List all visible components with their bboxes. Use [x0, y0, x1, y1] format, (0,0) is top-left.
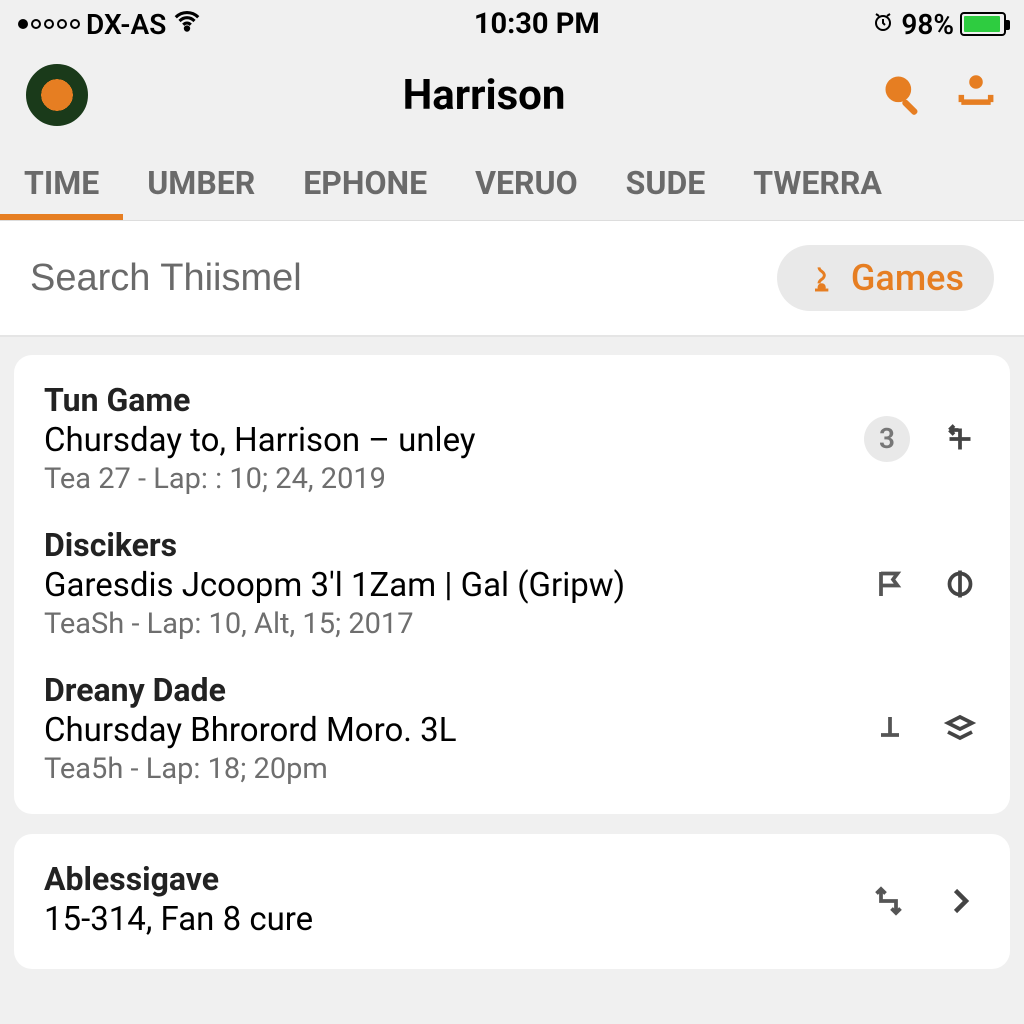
tab-sude[interactable]: SUDE [602, 150, 730, 220]
status-right: 98% [871, 8, 1006, 41]
item-subtitle: Chursday to, Harrison – unley [44, 421, 844, 460]
item-title: Tun Game [44, 381, 844, 419]
item-meta: TeaSh - Lap: 10, Alt, 15; 2017 [44, 607, 850, 641]
item-text: Discikers Garesdis Jcoopm 3'l 1Zam | Gal… [44, 526, 850, 641]
pin-icon[interactable] [870, 709, 910, 749]
flag-icon[interactable] [870, 564, 910, 604]
item-actions [870, 709, 980, 749]
games-filter-label: Games [851, 257, 964, 299]
list-item[interactable]: Discikers Garesdis Jcoopm 3'l 1Zam | Gal… [14, 514, 1010, 659]
alarm-icon [871, 8, 895, 41]
search-row: Games [0, 221, 1024, 337]
tab-ephone[interactable]: EPHONE [279, 150, 451, 220]
list-card: Ablessigave 15-314, Fan 8 cure [14, 834, 1010, 969]
status-bar: DX-AS 10:30 PM 98% [0, 0, 1024, 46]
tab-twerra[interactable]: TWERRA [729, 150, 906, 220]
item-text: Dreany Dade Chursday Bhrorord Moro. 3L T… [44, 671, 850, 786]
tab-umber[interactable]: UMBER [123, 150, 279, 220]
item-subtitle: Chursday Bhrorord Moro. 3L [44, 711, 850, 750]
status-left: DX-AS [18, 6, 202, 43]
tab-bar: TIME UMBER EPHONE VERUO SUDE TWERRA [0, 150, 1024, 221]
item-title: Dreany Dade [44, 671, 850, 709]
app-header: Harrison [0, 46, 1024, 150]
item-subtitle: Garesdis Jcoopm 3'l 1Zam | Gal (Gripw) [44, 566, 850, 605]
list-item[interactable]: Dreany Dade Chursday Bhrorord Moro. 3L T… [14, 659, 1010, 804]
item-meta: Tea 27 - Lap: : 10; 24, 2019 [44, 462, 844, 496]
item-meta: Tea5h - Lap: 18; 20pm [44, 752, 850, 786]
item-title: Discikers [44, 526, 850, 564]
list-card: Tun Game Chursday to, Harrison – unley T… [14, 355, 1010, 814]
item-text: Ablessigave 15-314, Fan 8 cure [44, 860, 850, 941]
item-actions [870, 881, 980, 921]
status-time: 10:30 PM [474, 7, 600, 41]
wifi-icon [172, 6, 202, 43]
battery-icon [960, 12, 1006, 36]
page-title: Harrison [88, 71, 880, 120]
stack-icon[interactable] [940, 709, 980, 749]
battery-percent: 98% [901, 8, 954, 41]
content-area: Tun Game Chursday to, Harrison – unley T… [0, 337, 1024, 1007]
route-icon[interactable] [870, 881, 910, 921]
currency-icon[interactable] [940, 564, 980, 604]
carrier-label: DX-AS [86, 8, 166, 41]
item-actions [870, 564, 980, 604]
games-filter-button[interactable]: Games [777, 245, 994, 311]
item-title: Ablessigave [44, 860, 850, 898]
app-logo-icon[interactable] [26, 64, 88, 126]
list-item[interactable]: Ablessigave 15-314, Fan 8 cure [14, 844, 1010, 959]
score-icon[interactable] [940, 419, 980, 459]
header-actions [880, 71, 998, 119]
list-item[interactable]: Tun Game Chursday to, Harrison – unley T… [14, 365, 1010, 514]
item-actions: 3 [864, 416, 980, 462]
search-icon[interactable] [880, 71, 924, 119]
upload-icon[interactable] [954, 71, 998, 119]
tab-time[interactable]: TIME [0, 150, 123, 220]
item-subtitle: 15-314, Fan 8 cure [44, 900, 850, 939]
search-input[interactable] [30, 257, 759, 300]
tab-veruo[interactable]: VERUO [451, 150, 602, 220]
count-badge: 3 [864, 416, 910, 462]
signal-strength-icon [18, 19, 80, 29]
item-text: Tun Game Chursday to, Harrison – unley T… [44, 381, 844, 496]
chevron-right-icon[interactable] [940, 881, 980, 921]
